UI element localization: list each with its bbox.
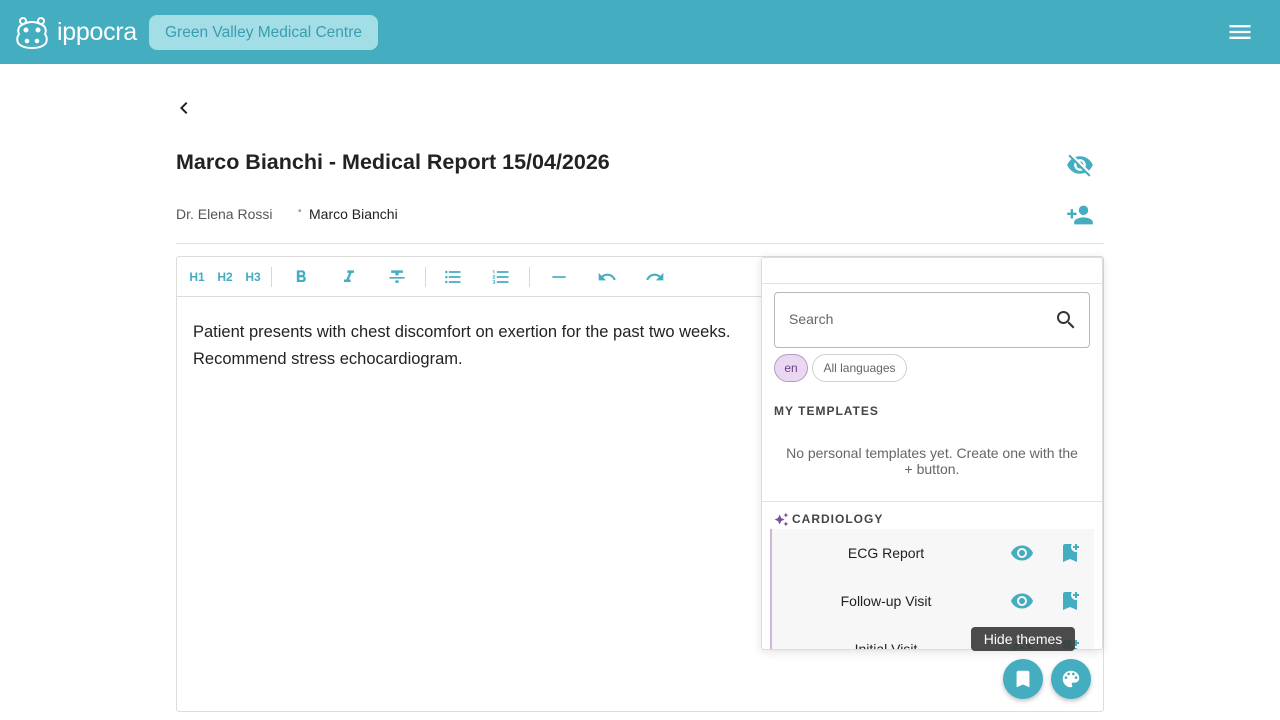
template-item[interactable]: ECG Report	[770, 529, 1094, 577]
editor-content[interactable]: Patient presents with chest discomfort o…	[193, 319, 793, 373]
hide-themes-tooltip: Hide themes	[971, 627, 1075, 651]
clinic-chip[interactable]: Green Valley Medical Centre	[149, 15, 378, 50]
format-italic-icon	[344, 270, 354, 282]
heading3-button[interactable]: H3	[243, 267, 263, 287]
templates-panel: en All languages MY TEMPLATES No persona…	[761, 257, 1103, 650]
horizontal-rule-icon	[552, 276, 566, 278]
sparkle-icon	[774, 512, 789, 527]
heading1-button[interactable]: H1	[187, 267, 207, 287]
panel-header	[762, 258, 1102, 284]
toolbar-separator	[529, 267, 530, 287]
template-item[interactable]: Follow-up Visit	[770, 577, 1094, 625]
strikethrough-icon	[389, 270, 405, 283]
template-name: ECG Report	[847, 545, 925, 561]
chevron-left-icon[interactable]	[172, 96, 196, 120]
horizontal-rule-button[interactable]	[549, 267, 569, 287]
header-divider	[176, 243, 1104, 244]
visibility-off-icon[interactable]	[1066, 151, 1094, 179]
person-add-icon[interactable]	[1066, 201, 1094, 229]
strikethrough-button[interactable]	[387, 267, 407, 287]
bookmark-add-icon[interactable]	[1058, 589, 1082, 613]
template-name: Initial Visit	[854, 641, 918, 650]
palette-icon	[1062, 670, 1080, 688]
toolbar-separator	[425, 267, 426, 287]
search-input[interactable]	[789, 311, 1039, 327]
patient-name[interactable]: Marco Bianchi	[309, 206, 398, 222]
hippo-logo-icon[interactable]	[14, 14, 50, 50]
bullet-list-button[interactable]	[443, 267, 463, 287]
italic-button[interactable]	[339, 267, 359, 287]
templates-fab-button[interactable]	[1003, 659, 1043, 699]
bookmark-icon	[1016, 670, 1030, 688]
undo-button[interactable]	[597, 267, 617, 287]
redo-button[interactable]	[645, 267, 665, 287]
top-app-bar: ippocra Green Valley Medical Centre	[0, 0, 1280, 64]
editor-paragraph: Patient presents with chest discomfort o…	[193, 323, 731, 341]
my-templates-heading: MY TEMPLATES	[774, 404, 879, 418]
editor-paragraph: Recommend stress echocardiogram.	[193, 350, 463, 368]
language-chip-en[interactable]: en	[774, 354, 808, 382]
bookmark-add-icon[interactable]	[1058, 541, 1082, 565]
themes-fab-button[interactable]	[1051, 659, 1091, 699]
template-name: Follow-up Visit	[840, 593, 932, 609]
template-search-field[interactable]	[774, 292, 1090, 348]
category-heading: CARDIOLOGY	[792, 512, 884, 526]
redo-icon	[646, 272, 664, 281]
language-chip-all[interactable]: All languages	[812, 354, 907, 382]
section-divider	[762, 501, 1102, 502]
separator-dot: •	[298, 206, 302, 217]
heading2-button[interactable]: H2	[215, 267, 235, 287]
toolbar-separator	[271, 267, 272, 287]
page-title: Marco Bianchi - Medical Report 15/04/202…	[176, 150, 610, 174]
brand-name[interactable]: ippocra	[57, 18, 137, 47]
bulleted-list-icon	[445, 270, 461, 284]
doctor-name: Dr. Elena Rossi	[176, 206, 273, 222]
numbered-list-button[interactable]	[491, 267, 511, 287]
search-icon[interactable]	[1054, 308, 1078, 332]
eye-icon[interactable]	[1010, 541, 1034, 565]
format-bold-icon	[296, 270, 306, 282]
eye-icon[interactable]	[1010, 589, 1034, 613]
numbered-list-icon	[492, 270, 509, 284]
menu-icon[interactable]	[1226, 18, 1254, 46]
empty-templates-note: No personal templates yet. Create one wi…	[786, 445, 1078, 477]
undo-icon	[598, 272, 616, 281]
bold-button[interactable]	[291, 267, 311, 287]
